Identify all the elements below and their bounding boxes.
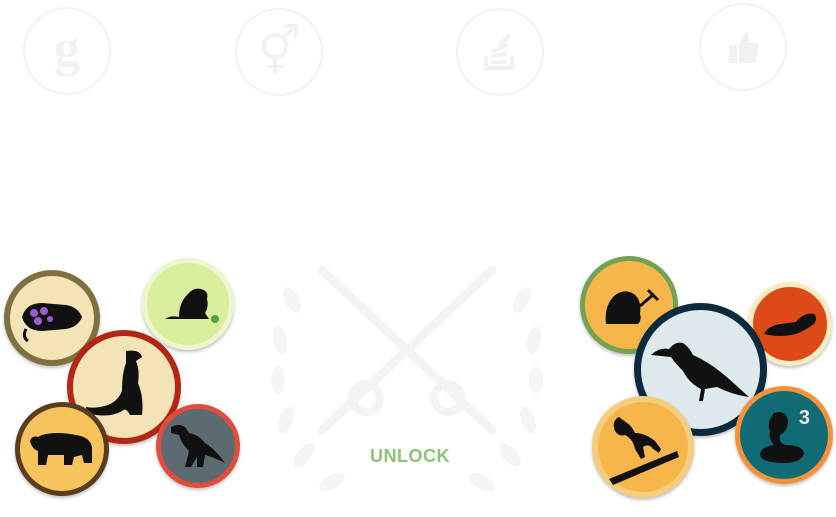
stack-overflow-icon: [456, 8, 544, 96]
unlock-button[interactable]: UNLOCK: [330, 436, 490, 476]
thumbs-up-icon: [699, 3, 787, 91]
monkey-badge-icon[interactable]: [592, 396, 694, 498]
trex-badge-icon[interactable]: [156, 404, 240, 488]
google-icon: g: [23, 7, 111, 95]
badge-count: 3: [798, 407, 810, 429]
bear-badge-icon[interactable]: [15, 402, 109, 496]
cobra-badge-icon[interactable]: 3: [735, 386, 833, 484]
thumbs-up-glyph: [729, 32, 760, 63]
gender-symbol-icon: ⚥: [235, 8, 323, 96]
stack-overflow-glyph: [484, 33, 514, 70]
prairie-dog-badge-icon[interactable]: [142, 258, 234, 350]
